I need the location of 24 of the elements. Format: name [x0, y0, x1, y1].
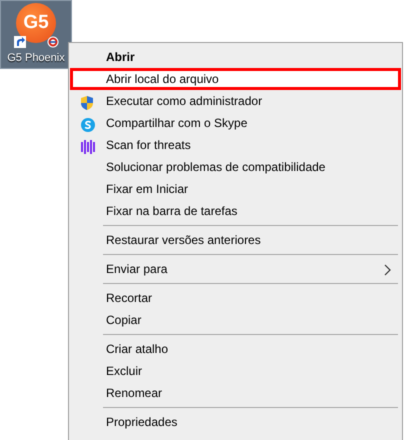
menu-item[interactable]: Abrir	[70, 46, 401, 68]
menu-item[interactable]: Criar atalho	[70, 338, 401, 360]
menu-item[interactable]: Copiar	[70, 309, 401, 331]
menu-item[interactable]: Fixar em Iniciar	[70, 178, 401, 200]
shortcut-arrow-icon	[14, 36, 26, 48]
desktop-icon[interactable]: G5 G5 Phoenix	[0, 0, 72, 69]
icon-label: G5 Phoenix	[7, 52, 65, 64]
badge-icon	[47, 36, 59, 48]
menu-item[interactable]: Restaurar versões anteriores	[70, 229, 401, 251]
menu-item[interactable]: Abrir local do arquivo	[70, 68, 401, 90]
app-logo: G5	[16, 3, 56, 43]
menu-item[interactable]: Renomear	[70, 382, 401, 404]
menu-item[interactable]: Recortar	[70, 287, 401, 309]
shield-icon	[80, 95, 94, 111]
menu-item[interactable]: Solucionar problemas de compatibilidade	[70, 156, 401, 178]
skype-icon	[80, 117, 96, 133]
menu-item[interactable]: Enviar para	[70, 258, 401, 280]
menu-item[interactable]: Scan for threats	[70, 134, 401, 156]
menu-item[interactable]: Fixar na barra de tarefas	[70, 200, 401, 222]
menu-item[interactable]: Executar como administrador	[70, 90, 401, 112]
menu-item[interactable]: Excluir	[70, 360, 401, 382]
menu-item[interactable]: Propriedades	[70, 411, 401, 433]
scan-icon	[80, 139, 96, 155]
menu-item[interactable]: Compartilhar com o Skype	[70, 112, 401, 134]
